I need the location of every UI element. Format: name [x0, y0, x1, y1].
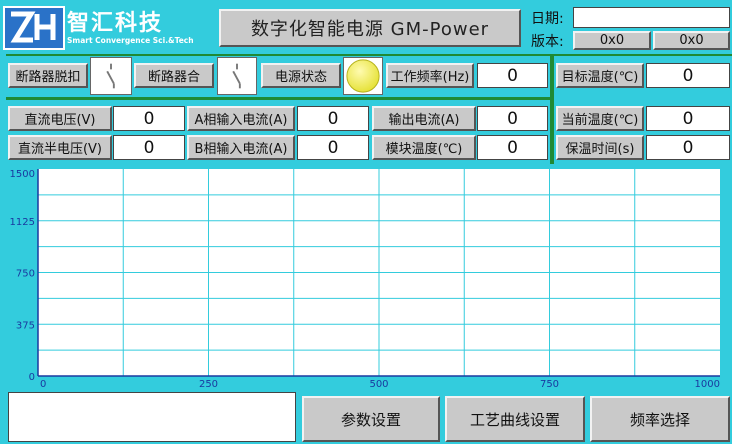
dc-half-voltage-label: 直流半电压(V): [8, 135, 112, 160]
dc-voltage-label: 直流电压(V): [8, 106, 112, 131]
x-tick-label: 0: [40, 379, 46, 390]
process-curve-button[interactable]: 工艺曲线设置: [445, 396, 585, 442]
date-label: 日期:: [531, 11, 564, 27]
hold-time-label: 保温时间(s): [556, 135, 644, 160]
dc-half-voltage-value: 0: [113, 135, 185, 160]
x-tick-label: 1000: [695, 379, 720, 390]
current-temp-label: 当前温度(℃): [556, 106, 644, 131]
status-divider: [6, 97, 552, 100]
header-divider: [6, 54, 732, 56]
param-settings-button[interactable]: 参数设置: [302, 396, 440, 442]
work-freq-value: 0: [477, 63, 548, 88]
chart-canvas: 0 375 750 1125 1500 0 250 500 750 1000: [10, 169, 720, 390]
output-current-value: 0: [477, 106, 548, 131]
trend-chart: 0 375 750 1125 1500 0 250 500 750 1000: [8, 165, 730, 390]
current-temp-value: 0: [646, 106, 730, 131]
date-value: [573, 7, 730, 28]
switch-open-icon: [232, 63, 241, 89]
version-value-1: 0x0: [573, 31, 651, 50]
target-temp-value[interactable]: 0: [646, 63, 730, 88]
status-lamp-icon: [346, 59, 380, 93]
logo-text: 智汇科技: [67, 10, 164, 36]
breaker-close-label: 断路器合: [134, 63, 214, 88]
logo-subtitle: Smart Convergence Sci.&Tech: [67, 35, 194, 45]
module-temp-label: 模块温度(℃): [372, 135, 476, 160]
x-tick-label: 250: [199, 379, 218, 390]
y-tick-label: 375: [16, 320, 35, 331]
dc-voltage-value: 0: [113, 106, 185, 131]
y-tick-label: 750: [16, 269, 35, 280]
output-current-label: 输出电流(A): [372, 106, 476, 131]
company-logo: 智汇科技 Smart Convergence Sci.&Tech: [3, 4, 211, 52]
version-label: 版本:: [531, 34, 564, 50]
phase-a-current-label: A相输入电流(A): [187, 106, 295, 131]
y-tick-label: 1500: [10, 169, 35, 180]
power-status-indicator: [343, 57, 383, 95]
vertical-divider: [550, 54, 554, 164]
work-freq-label: 工作频率(Hz): [386, 63, 474, 88]
hold-time-value[interactable]: 0: [646, 135, 730, 160]
logo-mark-icon: [3, 6, 65, 50]
breaker-trip-switch[interactable]: [90, 57, 132, 95]
freq-select-button[interactable]: 频率选择: [590, 396, 730, 442]
app-title: 数字化智能电源 GM-Power: [219, 9, 521, 47]
breaker-close-switch[interactable]: [217, 57, 257, 95]
y-tick-label: 0: [29, 372, 35, 383]
breaker-trip-label: 断路器脱扣: [8, 63, 88, 88]
x-tick-label: 500: [369, 379, 388, 390]
power-status-label: 电源状态: [261, 63, 341, 88]
phase-b-current-label: B相输入电流(A): [187, 135, 295, 160]
module-temp-value: 0: [477, 135, 548, 160]
phase-b-current-value: 0: [297, 135, 369, 160]
phase-a-current-value: 0: [297, 106, 369, 131]
switch-open-icon: [106, 63, 115, 89]
version-value-2: 0x0: [653, 31, 730, 50]
x-tick-label: 750: [540, 379, 559, 390]
y-tick-label: 1125: [10, 217, 35, 228]
target-temp-label: 目标温度(℃): [556, 63, 644, 88]
message-box: [8, 392, 296, 442]
